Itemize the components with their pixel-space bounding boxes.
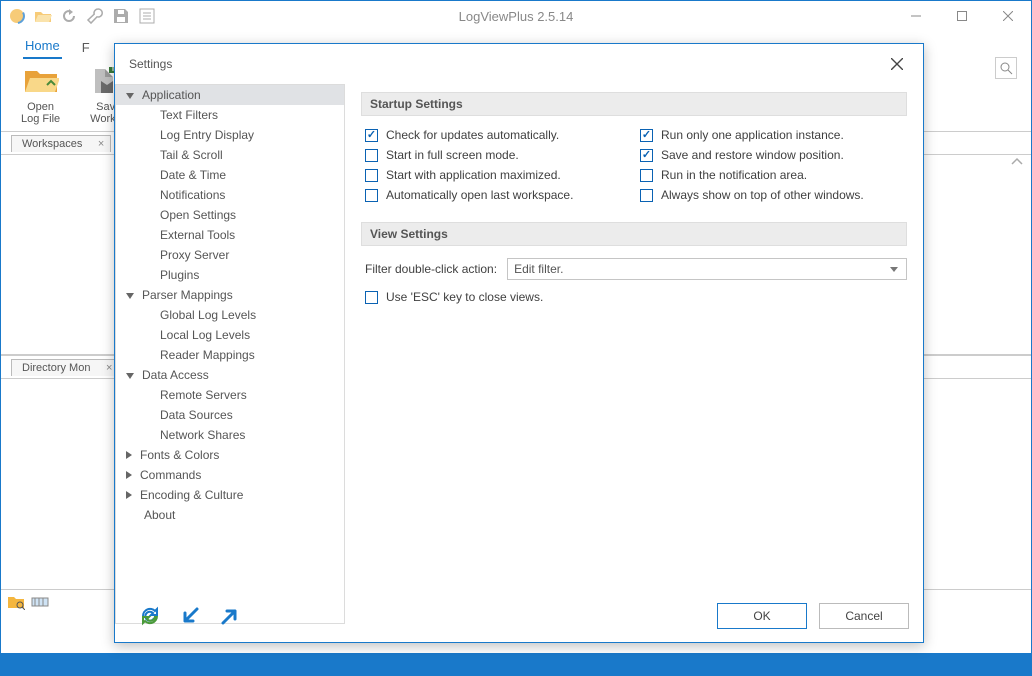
folder-open-icon xyxy=(23,63,59,99)
settings-content: Startup Settings Check for updates autom… xyxy=(345,84,923,624)
auto-open-last-checkbox[interactable] xyxy=(365,189,378,202)
window-controls xyxy=(893,1,1031,31)
nav-network-shares[interactable]: Network Shares xyxy=(116,425,344,445)
directory-monitor-tab[interactable]: Directory Mon × xyxy=(11,359,119,376)
qat-open-icon[interactable] xyxy=(33,6,53,26)
nav-about[interactable]: About xyxy=(116,505,344,525)
save-restore-pos-label: Save and restore window position. xyxy=(661,148,844,162)
import-icon[interactable] xyxy=(179,605,201,627)
open-log-file-label: OpenLog File xyxy=(21,101,60,125)
nav-reader-mappings[interactable]: Reader Mappings xyxy=(116,345,344,365)
settings-nav[interactable]: Application Text Filters Log Entry Displ… xyxy=(115,84,345,624)
run-one-instance-label: Run only one application instance. xyxy=(661,128,844,142)
nav-proxy-server[interactable]: Proxy Server xyxy=(116,245,344,265)
tab-file-partial[interactable]: F xyxy=(80,40,92,59)
nav-data-sources[interactable]: Data Sources xyxy=(116,405,344,425)
folder-search-icon[interactable] xyxy=(7,594,25,610)
title-bar: LogViewPlus 2.5.14 xyxy=(1,1,1031,31)
start-fullscreen-label: Start in full screen mode. xyxy=(386,148,519,162)
quick-access-toolbar xyxy=(1,6,157,26)
nav-log-entry-display[interactable]: Log Entry Display xyxy=(116,125,344,145)
start-maximized-checkbox[interactable] xyxy=(365,169,378,182)
start-maximized-label: Start with application maximized. xyxy=(386,168,561,182)
app-icon xyxy=(7,6,27,26)
nav-open-settings[interactable]: Open Settings xyxy=(116,205,344,225)
status-bar xyxy=(1,653,1031,675)
save-restore-pos-checkbox[interactable] xyxy=(640,149,653,162)
nav-notifications[interactable]: Notifications xyxy=(116,185,344,205)
settings-dialog: Settings Application Text Filters Log En… xyxy=(114,43,924,643)
cancel-button[interactable]: Cancel xyxy=(819,603,909,629)
use-esc-checkbox[interactable] xyxy=(365,291,378,304)
nav-application[interactable]: Application xyxy=(116,85,344,105)
workspaces-tab-label: Workspaces xyxy=(22,138,82,150)
close-icon[interactable]: × xyxy=(106,362,112,374)
run-notification-checkbox[interactable] xyxy=(640,169,653,182)
maximize-button[interactable] xyxy=(939,1,985,31)
use-esc-label: Use 'ESC' key to close views. xyxy=(386,290,543,304)
auto-open-last-label: Automatically open last workspace. xyxy=(386,188,573,202)
close-button[interactable] xyxy=(985,1,1031,31)
nav-global-log-levels[interactable]: Global Log Levels xyxy=(116,305,344,325)
check-updates-label: Check for updates automatically. xyxy=(386,128,559,142)
nav-date-time[interactable]: Date & Time xyxy=(116,165,344,185)
dialog-title: Settings xyxy=(129,57,172,71)
startup-settings-header: Startup Settings xyxy=(361,92,907,116)
check-updates-checkbox[interactable] xyxy=(365,129,378,142)
qat-list-icon[interactable] xyxy=(137,6,157,26)
nav-commands[interactable]: Commands xyxy=(116,465,344,485)
minimize-button[interactable] xyxy=(893,1,939,31)
start-fullscreen-checkbox[interactable] xyxy=(365,149,378,162)
collapse-ribbon-icon[interactable] xyxy=(1011,156,1023,168)
dialog-close-button[interactable] xyxy=(885,52,909,76)
nav-plugins[interactable]: Plugins xyxy=(116,265,344,285)
export-icon[interactable] xyxy=(219,605,241,627)
qat-wrench-icon[interactable] xyxy=(85,6,105,26)
nav-tail-scroll[interactable]: Tail & Scroll xyxy=(116,145,344,165)
tab-home[interactable]: Home xyxy=(23,38,62,59)
qat-refresh-icon[interactable] xyxy=(59,6,79,26)
view-settings-header: View Settings xyxy=(361,222,907,246)
nav-text-filters[interactable]: Text Filters xyxy=(116,105,344,125)
close-icon[interactable]: × xyxy=(98,138,104,150)
nav-encoding-culture[interactable]: Encoding & Culture xyxy=(116,485,344,505)
nav-parser-mappings[interactable]: Parser Mappings xyxy=(116,285,344,305)
nav-external-tools[interactable]: External Tools xyxy=(116,225,344,245)
run-one-instance-checkbox[interactable] xyxy=(640,129,653,142)
nav-local-log-levels[interactable]: Local Log Levels xyxy=(116,325,344,345)
qat-save-icon[interactable] xyxy=(111,6,131,26)
timeline-icon[interactable] xyxy=(31,594,49,610)
always-on-top-label: Always show on top of other windows. xyxy=(661,188,864,202)
nav-data-access[interactable]: Data Access xyxy=(116,365,344,385)
nav-fonts-colors[interactable]: Fonts & Colors xyxy=(116,445,344,465)
nav-remote-servers[interactable]: Remote Servers xyxy=(116,385,344,405)
directory-tab-label: Directory Mon xyxy=(22,362,90,374)
always-on-top-checkbox[interactable] xyxy=(640,189,653,202)
ok-button[interactable]: OK xyxy=(717,603,807,629)
reset-icon[interactable] xyxy=(139,605,161,627)
workspaces-tab[interactable]: Workspaces × xyxy=(11,135,111,152)
open-log-file-button[interactable]: OpenLog File xyxy=(21,59,60,125)
filter-dbl-click-select[interactable]: Edit filter. xyxy=(507,258,907,280)
filter-dbl-click-label: Filter double-click action: xyxy=(365,262,497,276)
search-box-icon[interactable] xyxy=(995,57,1017,79)
dialog-footer: OK Cancel xyxy=(115,590,923,642)
run-notification-label: Run in the notification area. xyxy=(661,168,807,182)
